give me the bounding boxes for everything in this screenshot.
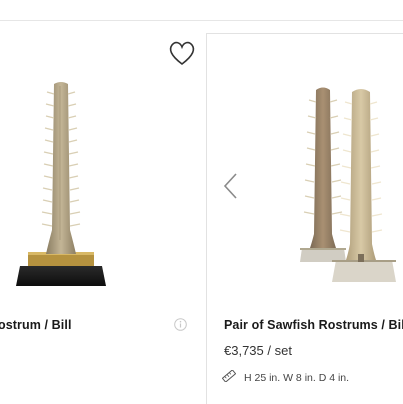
info-icon[interactable] (174, 318, 187, 331)
ruler-icon (222, 370, 236, 382)
product-title[interactable]: Pair of Sawfish Rostrums / Bil (224, 318, 403, 332)
heart-outline-icon[interactable] (168, 40, 196, 66)
chevron-left-icon[interactable] (222, 172, 240, 200)
product-dimensions: H 25 in. W 8 in. D 4 in. (244, 372, 350, 384)
product-price: €3,735 / set (224, 343, 292, 358)
product-image-sawfish-rostrum[interactable] (14, 80, 108, 292)
product-card-left[interactable]: ostrum / Bill (0, 0, 206, 403)
product-title[interactable]: ostrum / Bill (0, 318, 72, 332)
product-image-pair-sawfish-rostrums[interactable] (296, 84, 403, 284)
